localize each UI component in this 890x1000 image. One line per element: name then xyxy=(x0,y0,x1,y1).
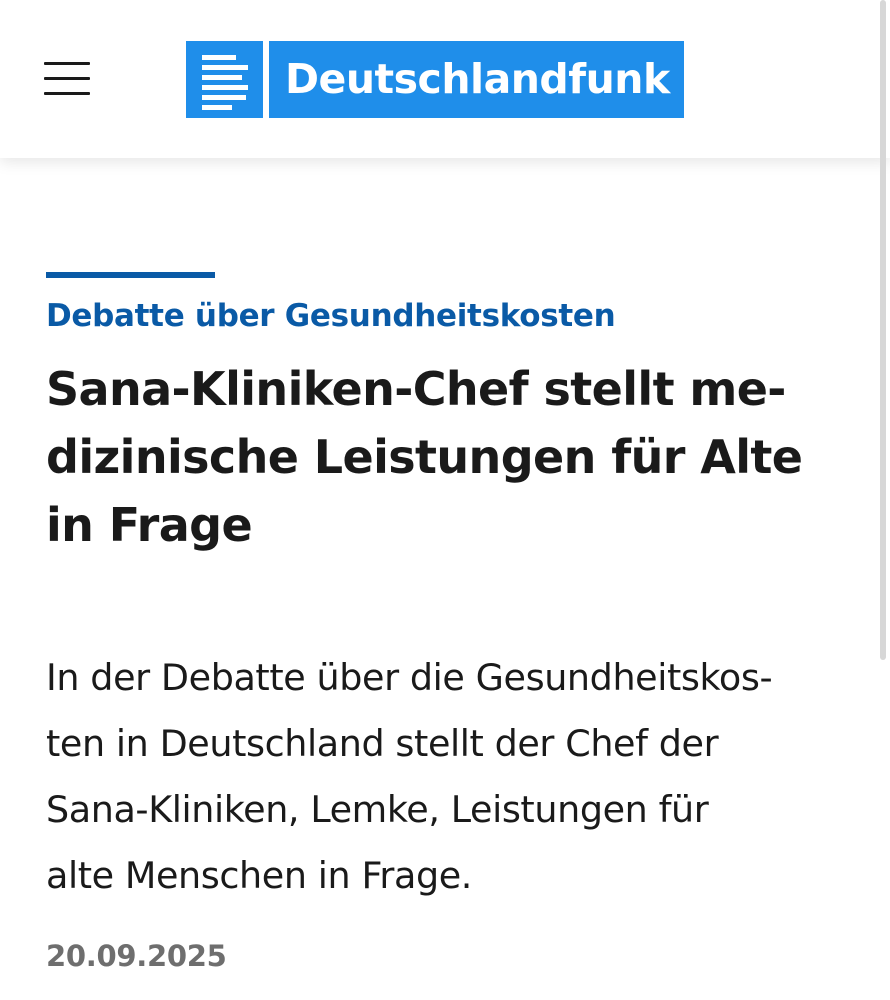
hamburger-menu-icon[interactable] xyxy=(44,62,90,96)
article-kicker: Debatte über Gesundheitskosten xyxy=(46,298,616,334)
menu-line xyxy=(44,92,90,95)
site-header: Deutschlandfunk xyxy=(0,0,890,158)
article-date: 20.09.2025 xyxy=(46,939,227,974)
article-headline[interactable]: Sana-Kliniken-Chef stellt me- dizinische… xyxy=(46,355,836,559)
site-logo[interactable]: Deutschlandfunk xyxy=(186,41,684,118)
article: Debatte über Gesundheitskosten Sana-Klin… xyxy=(46,272,846,973)
teaser-line: Sana-Kliniken, Lemke, Leistungen für xyxy=(46,788,709,832)
scrollbar[interactable] xyxy=(880,0,886,660)
menu-line xyxy=(44,77,90,80)
headline-line: dizinische Leistungen für Alte xyxy=(46,430,803,485)
headline-line: Sana-Kliniken-Chef stellt me- xyxy=(46,362,786,417)
teaser-line: In der Debatte über die Gesundheitskos- xyxy=(46,656,773,700)
deutschlandfunk-logo-icon xyxy=(186,41,263,118)
kicker-accent-rule xyxy=(46,272,215,278)
teaser-line: alte Menschen in Frage. xyxy=(46,854,472,898)
menu-line xyxy=(44,62,90,65)
logo-wordmark: Deutschlandfunk xyxy=(269,41,684,118)
teaser-line: ten in Deutschland stellt der Chef der xyxy=(46,722,719,766)
headline-line: in Frage xyxy=(46,498,253,553)
article-teaser: In der Debatte über die Gesundheitskos- … xyxy=(46,645,846,909)
